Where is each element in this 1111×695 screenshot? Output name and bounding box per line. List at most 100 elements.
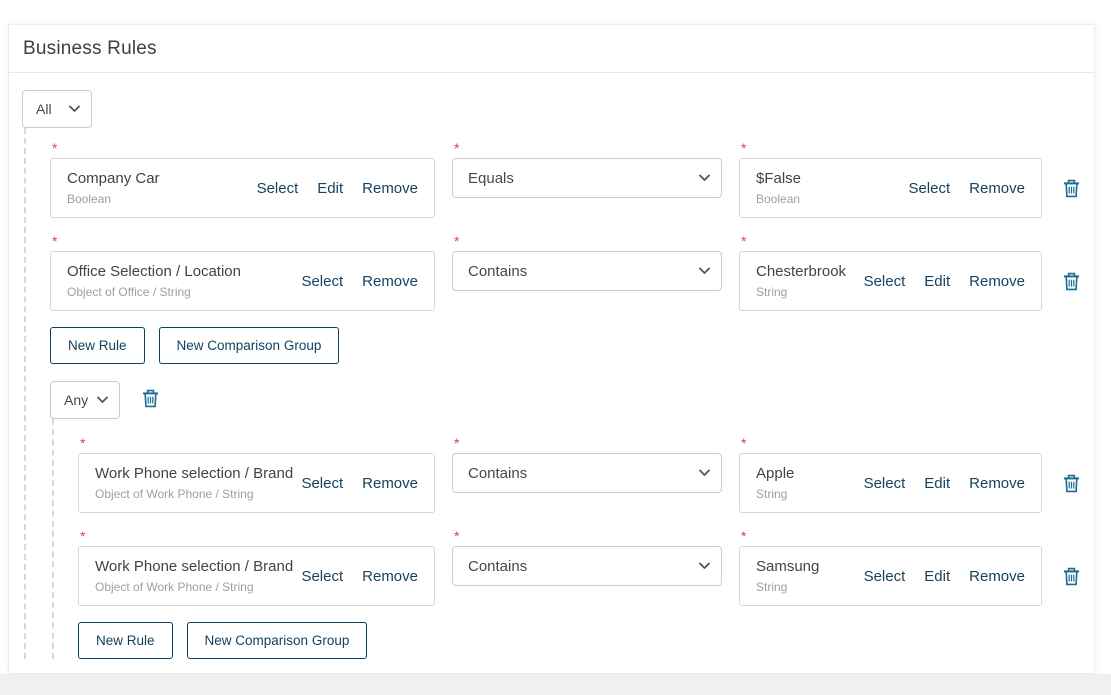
page-background-strip — [0, 674, 1111, 695]
operator-select-wrap: Contains — [452, 251, 722, 291]
root-group-logic-row: All — [22, 90, 1080, 128]
select-link[interactable]: Select — [864, 568, 906, 585]
rhs-field-box: $False Boolean Select Remove — [739, 158, 1042, 218]
lhs-field-box: Work Phone selection / Brand Object of W… — [78, 453, 435, 513]
rhs-field-box: Chesterbrook String Select Edit Remove — [739, 251, 1042, 311]
rule-operator-field: * Equals — [452, 141, 722, 198]
remove-link[interactable]: Remove — [362, 180, 418, 197]
rhs-field-box: Samsung String Select Edit Remove — [739, 546, 1042, 606]
comparison-subgroup: Any — [50, 381, 1080, 659]
operator-select-wrap: Contains — [452, 453, 722, 493]
delete-rule-button[interactable] — [1063, 474, 1080, 496]
select-link[interactable]: Select — [257, 180, 299, 197]
required-asterisk: * — [80, 529, 435, 546]
operator-select[interactable]: Contains — [453, 252, 721, 290]
panel-header: Business Rules — [9, 25, 1094, 73]
new-comparison-group-button[interactable]: New Comparison Group — [187, 622, 368, 659]
rule-rhs-field: * $False Boolean Select Remove — [739, 141, 1042, 218]
group-actions: New Rule New Comparison Group — [50, 327, 1080, 364]
subgroup-body: * Work Phone selection / Brand Object of… — [52, 419, 1080, 659]
lhs-field-box: Work Phone selection / Brand Object of W… — [78, 546, 435, 606]
required-asterisk: * — [52, 141, 435, 158]
subgroup-actions: New Rule New Comparison Group — [78, 622, 1080, 659]
lhs-field-box: Office Selection / Location Object of Of… — [50, 251, 435, 311]
field-name: Company Car — [67, 170, 245, 188]
rule-rhs-field: * Samsung String Select Edit Remove — [739, 529, 1042, 606]
rule-operator-field: * Contains — [452, 234, 722, 291]
select-link[interactable]: Select — [301, 475, 343, 492]
rule-lhs-field: * Company Car Boolean Select Edit Remove — [50, 141, 435, 218]
required-asterisk: * — [741, 234, 1042, 251]
remove-link[interactable]: Remove — [362, 475, 418, 492]
required-asterisk: * — [52, 234, 435, 251]
select-link[interactable]: Select — [301, 568, 343, 585]
field-name: Chesterbrook — [756, 263, 852, 281]
group-logic-select-wrap: All — [22, 90, 92, 128]
field-type: String — [756, 487, 852, 501]
remove-link[interactable]: Remove — [362, 273, 418, 290]
select-link[interactable]: Select — [301, 273, 343, 290]
remove-link[interactable]: Remove — [362, 568, 418, 585]
trash-icon — [1063, 272, 1080, 294]
edit-link[interactable]: Edit — [924, 475, 950, 492]
group-logic-select[interactable]: All — [23, 91, 91, 127]
remove-link[interactable]: Remove — [969, 568, 1025, 585]
field-name: Office Selection / Location — [67, 263, 289, 281]
operator-select-wrap: Contains — [452, 546, 722, 586]
delete-rule-button[interactable] — [1063, 179, 1080, 201]
operator-select[interactable]: Contains — [453, 547, 721, 585]
panel-body: All * Company Car Boolean — [9, 73, 1094, 673]
edit-link[interactable]: Edit — [317, 180, 343, 197]
edit-link[interactable]: Edit — [924, 273, 950, 290]
required-asterisk: * — [80, 436, 435, 453]
new-rule-button[interactable]: New Rule — [78, 622, 173, 659]
trash-icon — [1063, 179, 1080, 201]
rule-row: * Office Selection / Location Object of … — [50, 234, 1080, 311]
delete-rule-button[interactable] — [1063, 272, 1080, 294]
field-name: Apple — [756, 465, 852, 483]
root-group-body: * Company Car Boolean Select Edit Remove — [24, 128, 1080, 659]
field-type: Object of Office / String — [67, 285, 289, 299]
remove-link[interactable]: Remove — [969, 475, 1025, 492]
required-asterisk: * — [741, 141, 1042, 158]
edit-link[interactable]: Edit — [924, 568, 950, 585]
field-type: String — [756, 580, 852, 594]
rule-row: * Work Phone selection / Brand Object of… — [78, 529, 1080, 606]
select-link[interactable]: Select — [864, 273, 906, 290]
new-rule-button[interactable]: New Rule — [50, 327, 145, 364]
remove-link[interactable]: Remove — [969, 273, 1025, 290]
required-asterisk: * — [454, 234, 722, 251]
delete-group-button[interactable] — [142, 389, 159, 411]
delete-rule-button[interactable] — [1063, 567, 1080, 589]
operator-select[interactable]: Equals — [453, 159, 721, 197]
required-asterisk: * — [741, 529, 1042, 546]
lhs-field-box: Company Car Boolean Select Edit Remove — [50, 158, 435, 218]
rule-lhs-field: * Office Selection / Location Object of … — [50, 234, 435, 311]
rule-row: * Company Car Boolean Select Edit Remove — [50, 141, 1080, 218]
rule-row: * Work Phone selection / Brand Object of… — [78, 436, 1080, 513]
rhs-field-box: Apple String Select Edit Remove — [739, 453, 1042, 513]
trash-icon — [1063, 474, 1080, 496]
trash-icon — [142, 389, 159, 411]
new-comparison-group-button[interactable]: New Comparison Group — [159, 327, 340, 364]
rule-operator-field: * Contains — [452, 436, 722, 493]
subgroup-logic-row: Any — [50, 381, 1080, 419]
required-asterisk: * — [454, 436, 722, 453]
required-asterisk: * — [741, 436, 1042, 453]
subgroup-logic-select[interactable]: Any — [51, 382, 119, 418]
field-name: Samsung — [756, 558, 852, 576]
rule-rhs-field: * Chesterbrook String Select Edit Remove — [739, 234, 1042, 311]
field-name: Work Phone selection / Brand — [95, 558, 289, 576]
select-link[interactable]: Select — [864, 475, 906, 492]
field-type: String — [756, 285, 852, 299]
business-rules-panel: Business Rules All * Co — [8, 24, 1095, 674]
rule-lhs-field: * Work Phone selection / Brand Object of… — [78, 529, 435, 606]
select-link[interactable]: Select — [908, 180, 950, 197]
operator-select-wrap: Equals — [452, 158, 722, 198]
operator-select[interactable]: Contains — [453, 454, 721, 492]
remove-link[interactable]: Remove — [969, 180, 1025, 197]
trash-icon — [1063, 567, 1080, 589]
subgroup-logic-select-wrap: Any — [50, 381, 120, 419]
page-title: Business Rules — [23, 38, 1080, 60]
rule-lhs-field: * Work Phone selection / Brand Object of… — [78, 436, 435, 513]
